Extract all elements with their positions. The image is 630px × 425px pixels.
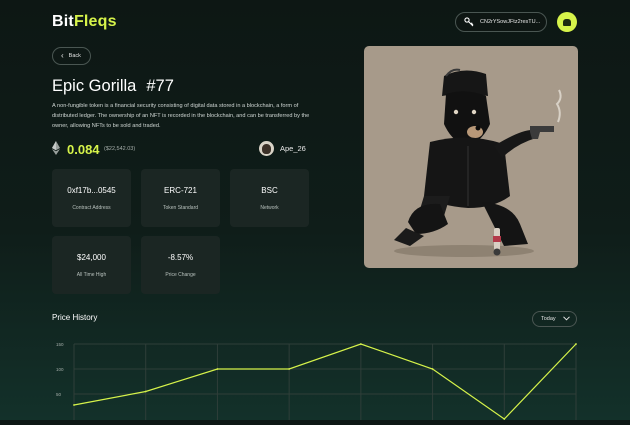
back-button[interactable]: ‹ Back <box>52 47 91 65</box>
brand-name-part1: Bit <box>52 13 74 30</box>
nft-description: A non-fungible token is a financial secu… <box>52 103 310 129</box>
chart-point <box>359 343 362 345</box>
stat-label: Contract Address <box>72 204 111 211</box>
chart-point <box>288 368 291 370</box>
brand-name-part2: Fleqs <box>73 13 117 30</box>
stat-value: $24,000 <box>77 252 106 262</box>
nft-title: Epic Gorilla #77 <box>52 77 174 96</box>
price-eth: 0.084 <box>67 142 100 157</box>
wallet-address-button[interactable]: CN2rYSowJFtz2resTU... <box>455 12 547 32</box>
brand-logo[interactable]: BitFleqs <box>52 13 117 31</box>
chart-point <box>575 343 577 345</box>
stat-card-all-time-high: $24,000 All Time High <box>52 236 131 294</box>
ethereum-icon <box>52 141 60 155</box>
stat-label: Token Standard <box>162 204 199 211</box>
price-history-title: Price History <box>52 313 98 322</box>
chart-y-tick-label: 150 <box>56 342 64 347</box>
stat-card-network: BSC Network <box>230 169 309 227</box>
nft-artwork <box>364 46 578 268</box>
owner-info[interactable]: Ape_26 <box>259 141 306 156</box>
nft-name: Epic Gorilla <box>52 77 137 95</box>
stat-label: Network <box>260 204 279 211</box>
chart-point <box>216 368 219 370</box>
user-icon <box>563 18 571 26</box>
stat-label: All Time High <box>76 271 107 278</box>
chart-point <box>431 368 434 370</box>
chart-point <box>144 390 147 393</box>
time-range-dropdown[interactable]: Today <box>532 311 577 327</box>
chevron-left-icon: ‹ <box>61 51 64 60</box>
wallet-address: CN2rYSowJFtz2resTU... <box>480 19 541 25</box>
stat-card-token-standard: ERC-721 Token Standard <box>141 169 220 227</box>
stat-value: -8.57% <box>167 252 194 262</box>
chart-point <box>73 404 75 406</box>
key-icon <box>464 17 474 27</box>
chart-y-tick-label: 50 <box>56 392 62 397</box>
stat-value: BSC <box>261 185 278 195</box>
stat-card-price-change: -8.57% Price Change <box>141 236 220 294</box>
back-label: Back <box>68 53 81 59</box>
price-usd: ($22,542.03) <box>104 146 136 152</box>
stat-label: Price Change <box>165 271 196 278</box>
owner-avatar <box>259 141 274 156</box>
chevron-down-icon <box>563 315 570 323</box>
profile-button[interactable] <box>557 12 577 32</box>
owner-name: Ape_26 <box>280 144 306 153</box>
chart-series-line <box>73 343 577 420</box>
stat-value: 0xf17b...0545 <box>67 185 116 195</box>
stat-card-contract-address: 0xf17b...0545 Contract Address <box>52 169 131 227</box>
stat-value: ERC-721 <box>164 185 197 195</box>
time-range-value: Today <box>541 316 556 322</box>
chart-y-tick-label: 100 <box>56 367 64 372</box>
price-history-chart: 150 100 50 <box>52 336 582 420</box>
nft-number: #77 <box>146 77 174 95</box>
